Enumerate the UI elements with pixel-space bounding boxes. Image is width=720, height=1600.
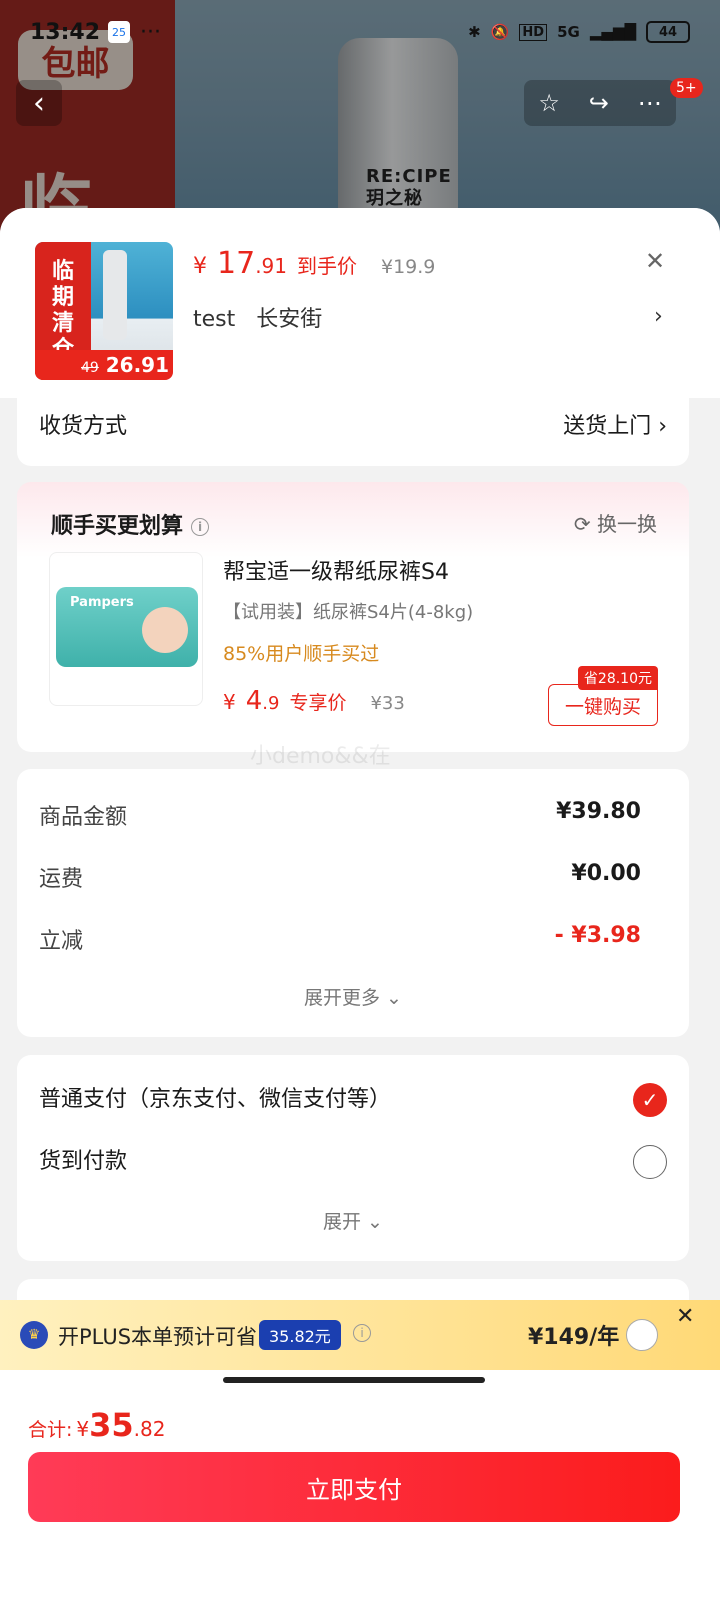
cost-value: - ¥3.98 xyxy=(554,923,641,948)
plus-savings-badge: 35.82元 xyxy=(259,1320,341,1350)
share-icon[interactable]: ↪ xyxy=(589,89,609,117)
upsell-product-spec: 【试用装】纸尿裤S4片(4-8kg) xyxy=(223,602,474,623)
checkout-footer: 合计: ¥ 35 .82 立即支付 xyxy=(0,1370,720,1600)
signal-icon: 5G xyxy=(557,23,580,41)
diaper-pack-image: Pampers xyxy=(56,587,198,667)
currency-symbol: ¥ xyxy=(193,254,207,279)
favorite-icon[interactable]: ☆ xyxy=(538,89,560,117)
final-price: ¥ 17 .91 到手价 ¥19.9 xyxy=(193,246,435,281)
price-integer: 4 xyxy=(245,686,263,716)
info-icon[interactable]: i xyxy=(191,518,210,536)
message-count-badge: 5+ xyxy=(670,78,703,98)
top-actions: ☆ ↪ ⋯ xyxy=(524,80,676,126)
price-decimal: .9 xyxy=(262,693,280,714)
notification-icon: 25 xyxy=(108,21,131,43)
cost-label: 商品金额 xyxy=(39,805,128,830)
expand-payment-button[interactable]: 展开 ⌄ xyxy=(17,1207,689,1234)
refresh-icon: ⟳ xyxy=(573,512,591,536)
delivery-value: 送货上门 › xyxy=(563,414,667,439)
more-icon[interactable]: ⋯ xyxy=(638,89,662,117)
payment-option-standard[interactable]: 普通支付（京东支付、微信支付等） ✓ xyxy=(39,1081,667,1121)
address-name: test xyxy=(193,307,236,332)
home-indicator[interactable] xyxy=(223,1377,485,1383)
status-bar: 13:42 25 ··· ✱ 🔕 HD 5G ▂▄▆█ 44 xyxy=(0,0,720,64)
price-decimal: .91 xyxy=(255,254,287,278)
info-icon[interactable]: i xyxy=(353,1324,371,1342)
original-price: ¥19.9 xyxy=(381,256,436,278)
mute-icon: 🔕 xyxy=(490,23,510,41)
crown-icon: ♛ xyxy=(20,1321,48,1349)
currency-symbol: ¥ xyxy=(76,1417,90,1441)
bluetooth-icon: ✱ xyxy=(468,23,481,41)
payment-method-card: 普通支付（京东支付、微信支付等） ✓ 货到付款 展开 ⌄ xyxy=(17,1055,689,1261)
product-thumbnail: 临 期 清 仓 26.91 49 xyxy=(35,242,173,380)
order-total: 合计: ¥ 35 .82 xyxy=(28,1406,165,1444)
delivery-method-row[interactable]: 收货方式 送货上门 › xyxy=(17,398,689,466)
total-label: 合计: xyxy=(28,1419,73,1441)
hd-icon: HD xyxy=(519,23,548,41)
checkmark-icon[interactable]: ✓ xyxy=(633,1083,667,1117)
radio-icon[interactable] xyxy=(633,1145,667,1179)
price-integer: 17 xyxy=(217,246,256,281)
cost-breakdown-card: 商品金额 ¥39.80 运费 ¥0.00 立减 - ¥3.98 展开更多 ⌄ xyxy=(17,769,689,1037)
total-integer: 35 xyxy=(89,1406,134,1444)
address-street: 长安街 xyxy=(256,307,323,332)
chevron-right-icon[interactable]: › xyxy=(654,304,663,329)
upsell-title: 顺手买更划算 i xyxy=(51,508,210,540)
thumbnail-old-price: 49 xyxy=(81,360,99,376)
upsell-product-name[interactable]: 帮宝适一级帮纸尿裤S4 xyxy=(223,554,449,586)
swap-label: 换一换 xyxy=(597,512,657,536)
watermark: 小demo&&在 xyxy=(250,744,391,769)
back-button[interactable]: ‹ xyxy=(16,80,62,126)
checkout-sheet: 临 期 清 仓 26.91 49 ¥ 17 .91 到手价 ¥19.9 test… xyxy=(0,208,720,1600)
plus-promo-bar[interactable]: ♛ 开PLUS本单预计可省 35.82元 i ¥149/年 ✕ xyxy=(0,1300,720,1370)
signal-bars-icon: ▂▄▆█ xyxy=(589,23,636,41)
price-label: 到手价 xyxy=(297,254,357,278)
one-click-buy-button[interactable]: 一键购买 xyxy=(548,684,658,726)
plus-price: ¥149/年 xyxy=(528,1325,620,1350)
savings-badge: 省28.10元 xyxy=(577,666,658,690)
status-time: 13:42 xyxy=(30,19,101,45)
plus-promo-text: 开PLUS本单预计可省 xyxy=(58,1325,258,1349)
payment-option-label: 普通支付（京东支付、微信支付等） xyxy=(39,1087,392,1112)
price-label: 专享价 xyxy=(289,692,347,714)
upsell-title-text: 顺手买更划算 xyxy=(51,514,184,539)
delivery-label: 收货方式 xyxy=(39,414,128,439)
close-icon[interactable]: ✕ xyxy=(676,1304,694,1329)
payment-option-cod[interactable]: 货到付款 xyxy=(39,1143,667,1183)
upsell-price: ¥ 4 .9 专享价 ¥33 xyxy=(223,686,405,716)
more-notifications-icon: ··· xyxy=(140,19,162,45)
shipping-address[interactable]: test 长安街 xyxy=(193,301,336,333)
cost-value: ¥39.80 xyxy=(556,799,641,824)
baby-image xyxy=(142,607,188,653)
total-decimal: .82 xyxy=(133,1417,166,1441)
cost-value: ¥0.00 xyxy=(571,861,641,886)
upsell-product-image[interactable]: Pampers xyxy=(49,552,203,706)
radio-icon[interactable] xyxy=(626,1319,658,1351)
pack-logo: Pampers xyxy=(70,595,134,610)
upsell-card: 顺手买更划算 i ⟳ 换一换 Pampers 帮宝适一级帮纸尿裤S4 【试用装】纸… xyxy=(17,482,689,752)
expand-more-button[interactable]: 展开更多 ⌄ xyxy=(17,983,689,1010)
battery-icon: 44 xyxy=(646,21,690,43)
thumbnail-bottle-image xyxy=(103,250,127,340)
order-summary-header: 临 期 清 仓 26.91 49 ¥ 17 .91 到手价 ¥19.9 test… xyxy=(0,208,720,398)
pay-now-button[interactable]: 立即支付 xyxy=(28,1452,680,1522)
thumbnail-price: 26.91 xyxy=(35,350,173,380)
currency-symbol: ¥ xyxy=(223,690,236,714)
cost-label: 立减 xyxy=(39,929,84,954)
payment-option-label: 货到付款 xyxy=(39,1149,128,1174)
cost-label: 运费 xyxy=(39,867,84,892)
swap-button[interactable]: ⟳ 换一换 xyxy=(574,508,657,537)
close-icon[interactable]: ✕ xyxy=(640,246,670,276)
original-price: ¥33 xyxy=(370,693,405,714)
upsell-purchase-rate: 85%用户顺手买过 xyxy=(223,643,380,665)
